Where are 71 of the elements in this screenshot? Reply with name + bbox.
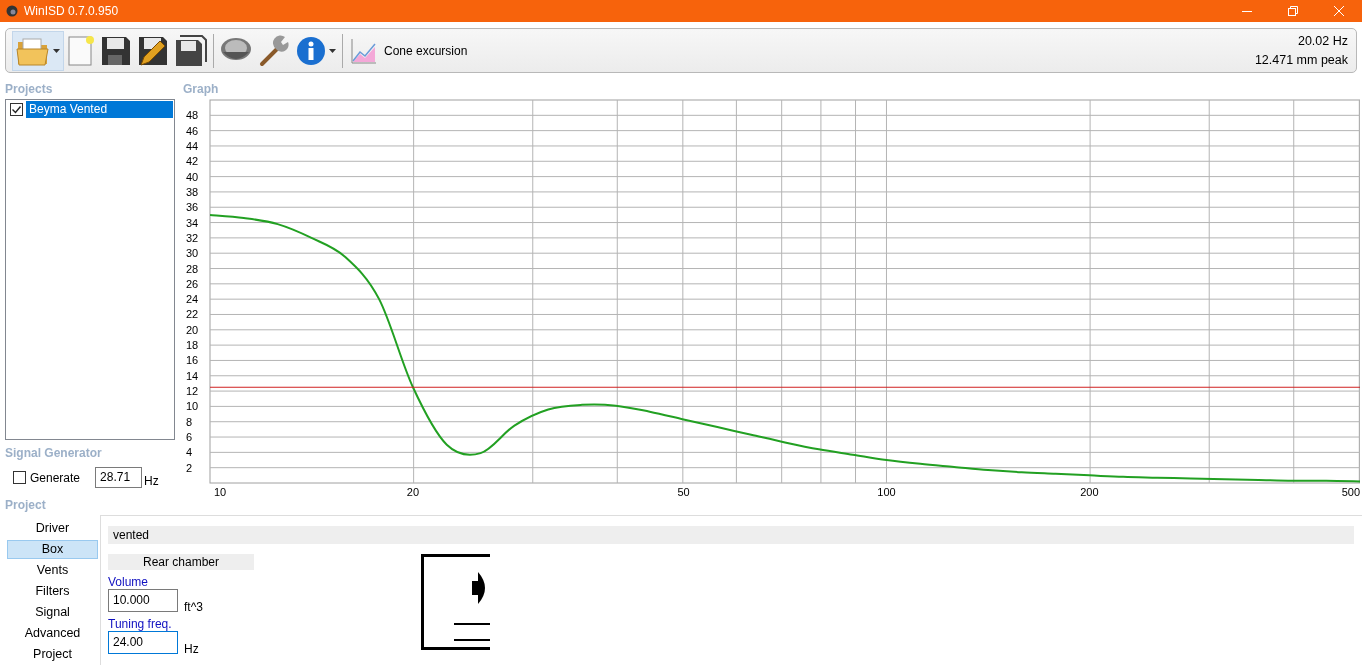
project-tab[interactable]: Project: [7, 645, 98, 664]
generate-label[interactable]: Generate: [30, 470, 81, 485]
project-item[interactable]: Beyma Vented: [26, 101, 173, 118]
project-tab[interactable]: Signal: [7, 603, 98, 622]
x-tick-label: 100: [877, 486, 896, 498]
y-tick-label: 16: [186, 354, 199, 367]
y-tick-label: 24: [186, 293, 199, 306]
generate-checkbox[interactable]: [13, 471, 26, 484]
project-tab[interactable]: Filters: [7, 582, 98, 601]
project-tab[interactable]: Driver: [7, 519, 98, 538]
y-tick-label: 42: [186, 155, 199, 168]
y-tick-label: 30: [186, 247, 199, 260]
y-tick-label: 12: [186, 385, 199, 398]
y-tick-label: 14: [186, 369, 199, 382]
field-label: Volume: [108, 575, 150, 589]
readout-text: 12.471 mm peak: [1254, 53, 1348, 67]
unit-label: Hz: [184, 642, 199, 656]
y-tick-label: 46: [186, 124, 199, 137]
cone-excursion-button[interactable]: Cone excursion: [346, 31, 472, 70]
y-tick-label: 2: [186, 461, 193, 474]
project-tab[interactable]: Vents: [7, 561, 98, 580]
unit-label: ft^3: [184, 600, 203, 614]
caret-icon[interactable]: [53, 48, 60, 53]
save-pencil-icon[interactable]: [137, 34, 169, 67]
minimize-icon[interactable]: [1242, 10, 1252, 12]
caret-icon[interactable]: [329, 48, 336, 53]
y-tick-label: 8: [186, 415, 193, 428]
projects-heading: Projects: [5, 81, 54, 98]
readout-text: 20.02 Hz: [1297, 34, 1348, 48]
box-type-bar: vented: [108, 526, 1354, 544]
y-tick-label: 48: [186, 109, 199, 122]
save-icon[interactable]: [101, 35, 131, 66]
y-tick-label: 6: [186, 431, 193, 444]
y-tick-label: 22: [186, 308, 199, 321]
y-tick-label: 36: [186, 201, 199, 214]
checkbox[interactable]: [10, 103, 23, 116]
x-tick-label: 200: [1080, 486, 1099, 498]
project-heading: Project: [4, 497, 47, 514]
project-tab[interactable]: Box: [7, 540, 98, 559]
window-title: WinISD 0.7.0.950: [24, 4, 120, 18]
x-tick-label: 50: [677, 486, 690, 498]
y-tick-label: 28: [186, 262, 199, 275]
line-chart-icon: [350, 36, 378, 65]
value-field[interactable]: 24.00: [108, 631, 178, 654]
graph-heading: Graph: [182, 81, 220, 98]
y-tick-label: 18: [186, 339, 199, 352]
y-tick-label: 26: [186, 277, 199, 290]
field-label: Tuning freq.: [108, 617, 173, 631]
app-logo-icon: [6, 5, 18, 17]
save-all-icon[interactable]: [175, 34, 207, 67]
x-tick-label: 20: [406, 486, 420, 498]
y-tick-label: 32: [186, 231, 199, 244]
signal-generator-heading: Signal Generator: [5, 445, 103, 462]
y-tick-label: 34: [186, 216, 199, 229]
y-tick-label: 40: [186, 170, 199, 183]
unit-label: Hz: [144, 473, 159, 488]
x-tick-label: 500: [1341, 486, 1360, 498]
info-icon[interactable]: [296, 35, 326, 66]
y-tick-label: 10: [186, 400, 199, 413]
project-tab[interactable]: Advanced: [7, 624, 98, 643]
frequency-field[interactable]: 28.71: [95, 467, 143, 488]
y-tick-label: 20: [186, 323, 199, 336]
y-tick-label: 44: [186, 139, 199, 152]
x-tick-label: 10: [214, 486, 227, 498]
y-tick-label: 38: [186, 185, 199, 198]
y-tick-label: 4: [186, 446, 193, 459]
close-icon[interactable]: [1334, 6, 1344, 16]
restore-icon[interactable]: [1288, 6, 1298, 16]
value-field[interactable]: 10.000: [108, 589, 178, 612]
section-header: Rear chamber: [108, 554, 254, 570]
wrench-icon[interactable]: [258, 34, 290, 67]
